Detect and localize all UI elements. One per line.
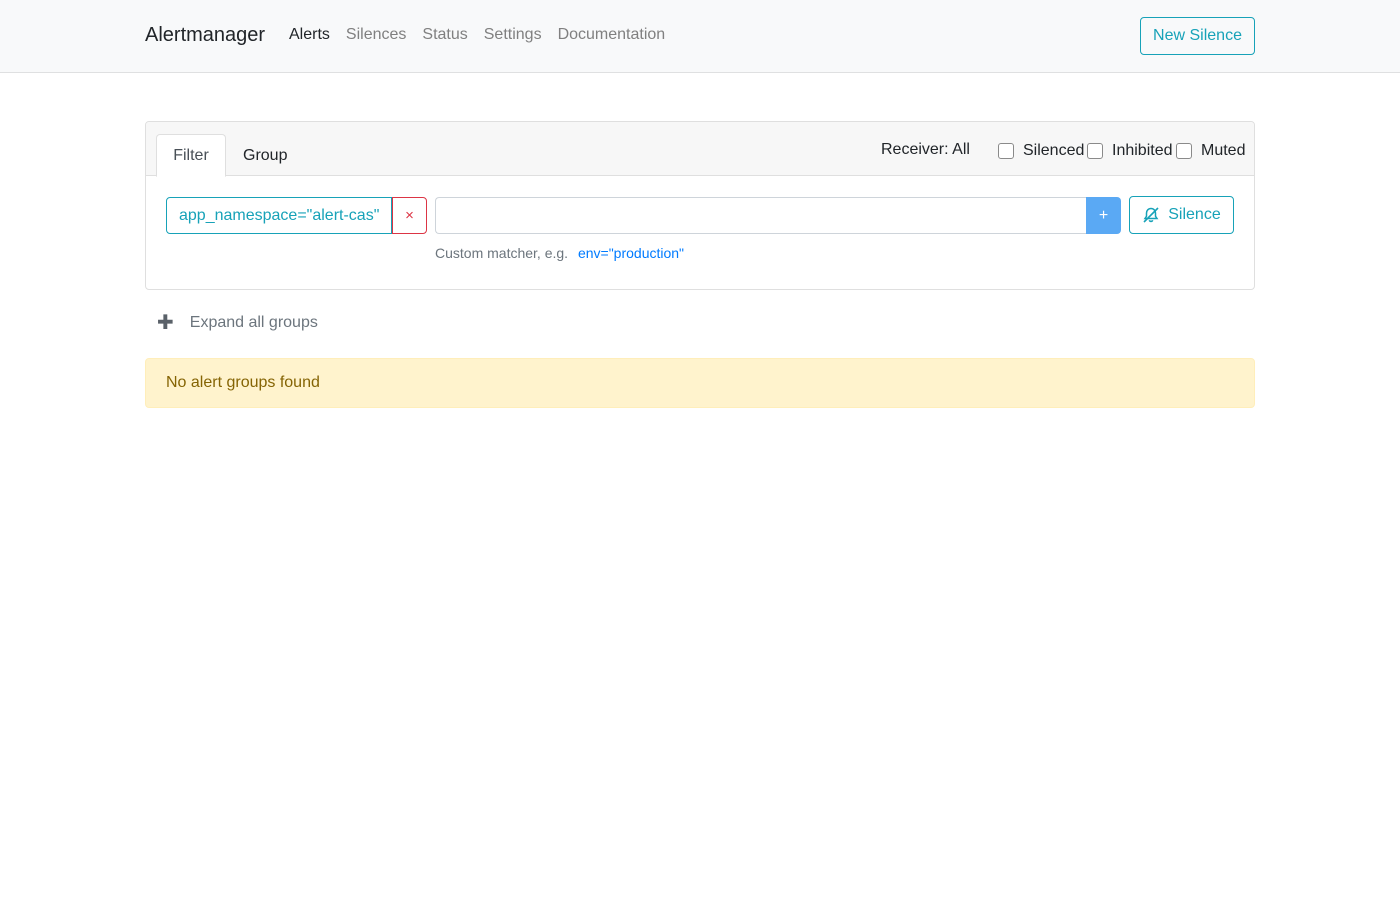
- checkbox-box[interactable]: [1176, 143, 1192, 159]
- nav-link-settings[interactable]: Settings: [484, 26, 542, 44]
- bell-slash-icon: [1143, 207, 1159, 223]
- nav-link-alerts[interactable]: Alerts: [289, 26, 330, 44]
- matcher-pill: app_namespace="alert-cas" ×: [166, 197, 427, 234]
- receiver-dropdown[interactable]: Receiver: All: [881, 141, 970, 159]
- expand-label: Expand all groups: [189, 314, 318, 331]
- navbar: Alertmanager Alerts Silences Status Sett…: [0, 0, 1400, 73]
- matcher-input[interactable]: [435, 197, 1087, 234]
- muted-label: Muted: [1201, 142, 1246, 159]
- filter-card: Filter Group Receiver: All Silenced Inhi…: [145, 121, 1255, 290]
- silence-button[interactable]: Silence: [1129, 196, 1234, 234]
- inhibited-checkbox[interactable]: Inhibited: [1087, 142, 1173, 160]
- silence-button-label: Silence: [1168, 206, 1221, 223]
- matcher-remove-button[interactable]: ×: [392, 197, 427, 234]
- matcher-text[interactable]: app_namespace="alert-cas": [166, 197, 392, 234]
- tab-filter[interactable]: Filter: [156, 134, 226, 177]
- silenced-label: Silenced: [1023, 142, 1085, 159]
- add-matcher-button[interactable]: +: [1086, 197, 1121, 234]
- nav-links: Alerts Silences Status Settings Document…: [289, 26, 681, 44]
- new-silence-button[interactable]: New Silence: [1140, 17, 1255, 55]
- plus-icon: ✚: [157, 312, 174, 334]
- hint-example-link[interactable]: env="production": [578, 245, 684, 261]
- tab-group[interactable]: Group: [227, 134, 303, 177]
- brand-logo[interactable]: Alertmanager: [145, 24, 265, 47]
- no-groups-alert: No alert groups found: [145, 358, 1255, 408]
- filter-card-header: Filter Group Receiver: All Silenced Inhi…: [146, 122, 1254, 177]
- nav-link-status[interactable]: Status: [422, 26, 467, 44]
- inhibited-label: Inhibited: [1112, 142, 1173, 159]
- matcher-hint: Custom matcher, e.g. env="production": [435, 245, 684, 261]
- checkbox-box[interactable]: [1087, 143, 1103, 159]
- expand-all-groups[interactable]: ✚ Expand all groups: [157, 312, 318, 334]
- alert-message: No alert groups found: [166, 374, 320, 391]
- hint-text: Custom matcher, e.g.: [435, 245, 569, 261]
- nav-link-documentation[interactable]: Documentation: [558, 26, 666, 44]
- muted-checkbox[interactable]: Muted: [1176, 142, 1245, 160]
- checkbox-box[interactable]: [998, 143, 1014, 159]
- silenced-checkbox[interactable]: Silenced: [998, 142, 1084, 160]
- nav-link-silences[interactable]: Silences: [346, 26, 406, 44]
